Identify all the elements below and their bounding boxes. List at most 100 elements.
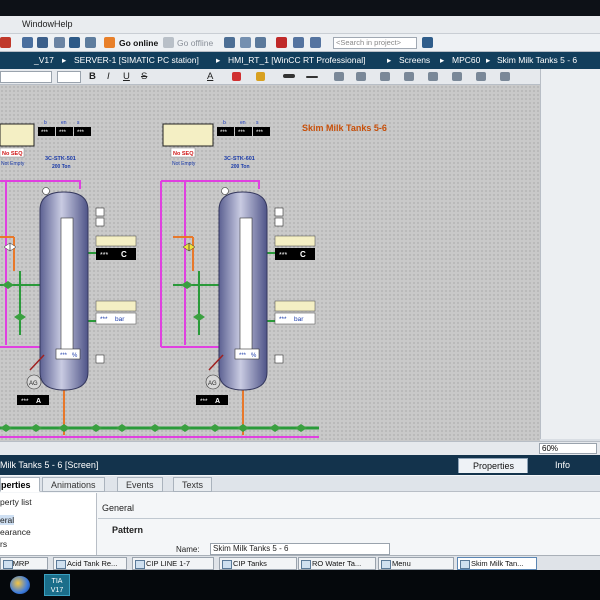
tab-events[interactable]: Events (117, 477, 163, 492)
underline-button[interactable]: U (123, 71, 130, 83)
setpoint-box[interactable] (0, 123, 35, 147)
level-unit: % (251, 353, 257, 359)
font-family-select[interactable] (0, 71, 52, 83)
italic-button[interactable]: I (107, 71, 110, 83)
go-offline-icon[interactable] (163, 37, 174, 48)
breadcrumb-hmi[interactable]: HMI_RT_1 [WinCC RT Professional] (228, 55, 365, 65)
save-icon[interactable] (37, 37, 48, 48)
tia-portal-icon[interactable]: TIA V17 (44, 574, 70, 596)
name-field[interactable]: Skim Milk Tanks 5 - 6 (210, 543, 390, 555)
undo-icon[interactable] (0, 37, 11, 48)
valve-icon[interactable] (193, 313, 205, 321)
tank-tag: 3C-STK-601 (224, 156, 255, 162)
project-icon[interactable] (22, 37, 33, 48)
tab-properties-sub[interactable]: perties (0, 477, 40, 492)
valve-icon[interactable] (14, 313, 26, 321)
menu-help[interactable]: Help (54, 19, 73, 29)
font-size-select[interactable] (57, 71, 81, 83)
breadcrumb-screen[interactable]: Skim Milk Tanks 5 - 6 (497, 55, 577, 65)
stop-simulation-icon[interactable] (255, 37, 266, 48)
split-editor-icon[interactable] (293, 37, 304, 48)
align-center-icon[interactable] (356, 72, 366, 81)
property-list-item-appearance[interactable]: earance (0, 527, 31, 537)
compile-icon[interactable] (85, 37, 96, 48)
screen-canvas[interactable]: Skim Milk Tanks 5-6 b en s *** *** *** N… (0, 85, 540, 441)
inspector-title: Milk Tanks 5 - 6 [Screen] (0, 460, 99, 470)
align-right-icon[interactable] (380, 72, 390, 81)
breadcrumb-sep: ▸ (440, 55, 445, 65)
property-panel: General Pattern Name: Skim Milk Tanks 5 … (98, 493, 600, 555)
property-list-item[interactable]: rs (0, 539, 7, 549)
valve-icon[interactable] (30, 424, 42, 432)
breadcrumb-folder[interactable]: MPC60 (452, 55, 480, 65)
zoom-select[interactable]: 60% (539, 443, 597, 454)
tab-texts[interactable]: Texts (173, 477, 213, 492)
process-graphic: Skim Milk Tanks 5-6 b en s *** *** *** N… (0, 120, 387, 438)
level-unit: % (72, 353, 78, 359)
valve-icon[interactable] (90, 424, 102, 432)
valve-icon[interactable] (269, 424, 281, 432)
setpoint-box[interactable] (162, 123, 214, 147)
property-list-item-general[interactable]: eral (0, 515, 15, 525)
same-size-icon[interactable] (428, 72, 438, 81)
tab-info-label: Info (555, 460, 571, 470)
search-icon[interactable] (422, 37, 433, 48)
tab-animations[interactable]: Animations (42, 477, 105, 492)
start-simulation-icon[interactable] (240, 37, 251, 48)
breadcrumb-station[interactable]: SERVER-1 [SIMATIC PC station] (74, 55, 199, 65)
cross-reference-icon[interactable] (276, 37, 287, 48)
breadcrumb-project[interactable]: _V17 (34, 55, 54, 65)
tab-info[interactable]: Info (541, 458, 591, 473)
line-color-icon[interactable] (256, 72, 265, 81)
strikethrough-button[interactable]: S (141, 71, 147, 83)
bring-to-front-icon[interactable] (452, 72, 462, 81)
flip-icon[interactable] (500, 72, 510, 81)
tab-properties[interactable]: Properties (458, 458, 528, 473)
nozzle-icon (42, 187, 50, 195)
valve-icon[interactable] (2, 281, 14, 289)
accessible-devices-icon[interactable] (224, 37, 235, 48)
task-tab[interactable]: RO Water Ta... (298, 557, 376, 570)
valve-icon[interactable] (179, 424, 191, 432)
divider (98, 518, 600, 519)
small-label: en (240, 120, 246, 126)
valve-icon[interactable] (181, 281, 193, 289)
task-tab-active[interactable]: Skim Milk Tan... (457, 557, 537, 570)
bold-button[interactable]: B (89, 71, 96, 83)
task-tab[interactable]: CIP LINE 1-7 (132, 557, 214, 570)
valve-icon[interactable] (116, 424, 128, 432)
download-icon[interactable] (69, 37, 80, 48)
print-icon[interactable] (54, 37, 65, 48)
valve-icon[interactable] (295, 424, 307, 432)
valve-icon[interactable] (58, 424, 70, 432)
rotate-icon[interactable] (476, 72, 486, 81)
go-offline-button[interactable]: Go offline (177, 38, 213, 48)
task-tab[interactable]: Menu (378, 557, 454, 570)
line-width-icon[interactable] (306, 76, 318, 78)
valve-icon[interactable] (149, 424, 161, 432)
menu-window[interactable]: Window (22, 19, 54, 29)
start-icon[interactable] (10, 576, 30, 594)
text-color-button[interactable]: A (207, 71, 213, 83)
valve-icon[interactable] (0, 424, 12, 432)
split-editor-vertical-icon[interactable] (310, 37, 321, 48)
small-label: b (223, 120, 226, 126)
agitator-unit: A (36, 398, 41, 405)
property-list: perty list eral earance rs (0, 493, 97, 555)
go-online-button[interactable]: Go online (119, 38, 158, 48)
valve-icon[interactable] (209, 424, 221, 432)
nozzle-icon (95, 217, 105, 227)
align-left-icon[interactable] (334, 72, 344, 81)
task-tab[interactable]: Acid Tank Re... (53, 557, 127, 570)
breadcrumb-screens[interactable]: Screens (399, 55, 430, 65)
temp-value: *** (279, 252, 287, 259)
go-online-icon[interactable] (104, 37, 115, 48)
task-tab[interactable]: CIP Tanks (219, 557, 297, 570)
valve-icon[interactable] (237, 424, 249, 432)
main-toolbar: Go online Go offline <Search in project> (0, 34, 600, 52)
distribute-icon[interactable] (404, 72, 414, 81)
fill-color-icon[interactable] (232, 72, 241, 81)
line-style-icon[interactable] (283, 74, 295, 78)
task-tab[interactable]: C_MRP (0, 557, 48, 570)
project-search-input[interactable]: <Search in project> (333, 37, 417, 49)
